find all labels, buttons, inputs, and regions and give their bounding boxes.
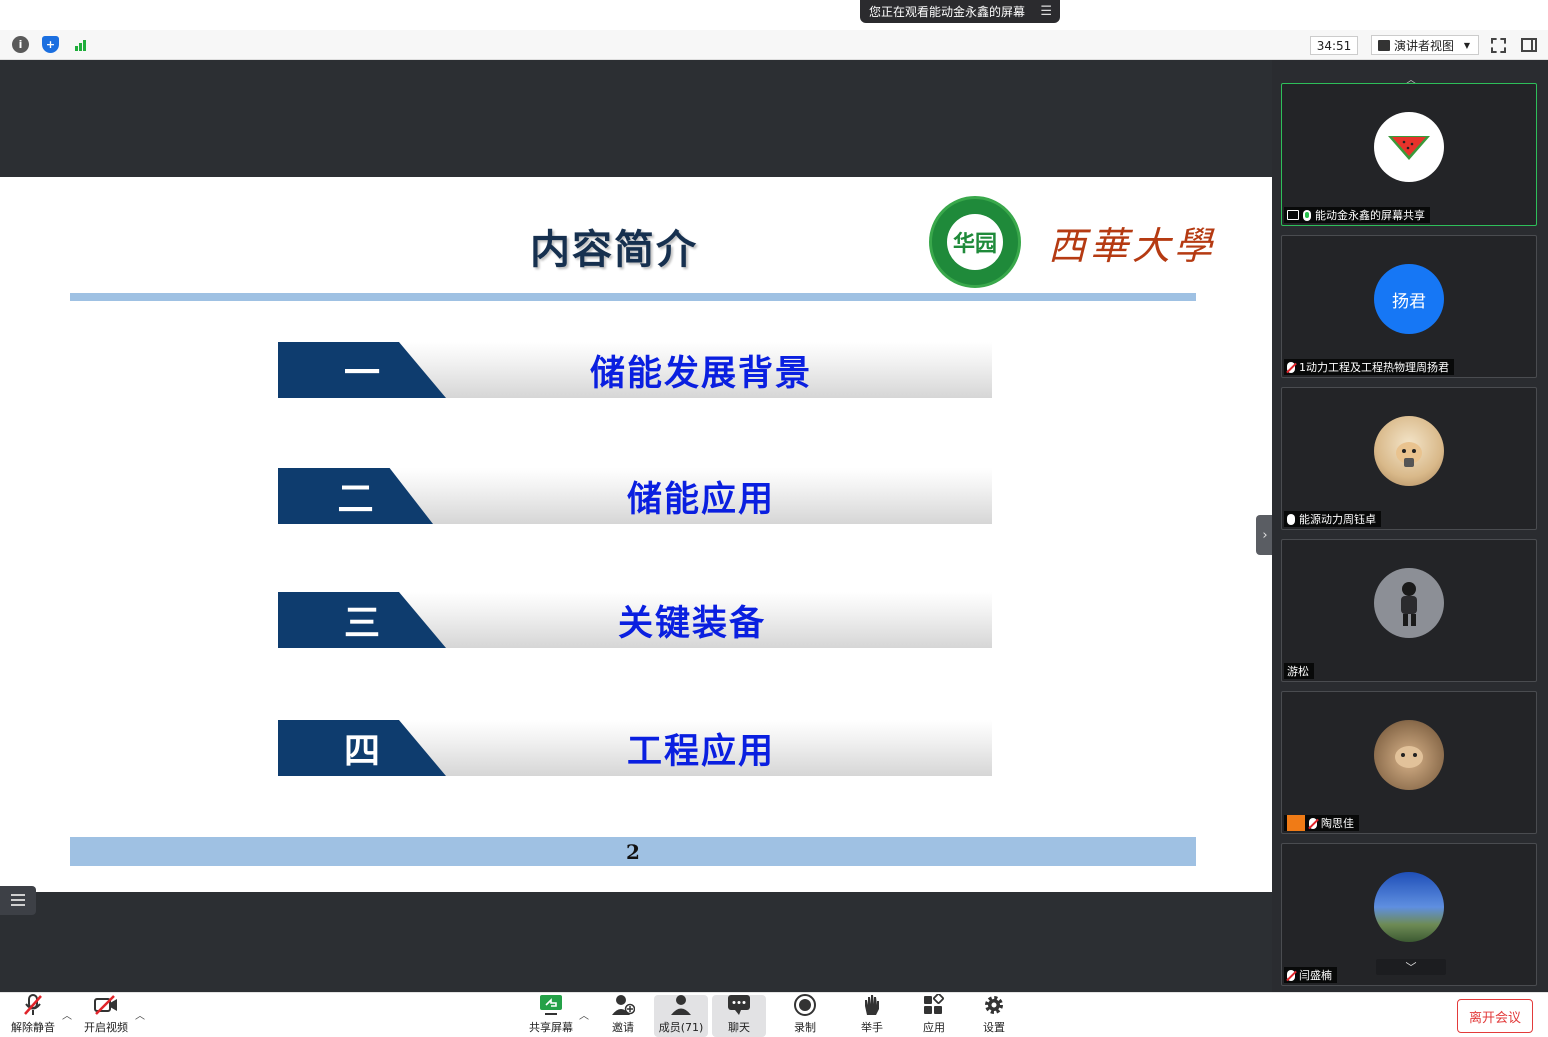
screen-share-icon xyxy=(1287,210,1299,220)
toc-number: 二 xyxy=(337,479,374,520)
participant-name: 1动力工程及工程热物理周扬君 xyxy=(1299,361,1449,374)
participant-nameplate: 游松 xyxy=(1284,663,1314,679)
university-name-logo: 西華大學 xyxy=(1048,224,1217,268)
chat-bubble-icon xyxy=(727,994,751,1016)
toc-number: 四 xyxy=(343,731,380,772)
mic-on-icon xyxy=(1303,209,1311,221)
viewing-banner-text: 您正在观看能动金永鑫的屏幕 xyxy=(869,5,1026,19)
toc-item: 一 储能发展背景 xyxy=(278,342,992,398)
start-video-button[interactable]: 开启视频 xyxy=(80,995,132,1037)
video-options-chevron-icon[interactable]: ︿ xyxy=(135,1007,145,1022)
share-options-chevron-icon[interactable]: ︿ xyxy=(579,1007,589,1022)
mic-muted-icon xyxy=(1287,361,1295,373)
slide-title: 内容简介 xyxy=(530,227,698,273)
share-screen-button[interactable]: 共享屏幕 xyxy=(526,995,576,1037)
toc-label: 关键装备 xyxy=(618,603,767,644)
mic-muted-icon xyxy=(1287,969,1295,981)
toc-label: 工程应用 xyxy=(627,731,776,772)
banner-menu-icon[interactable]: ☰ xyxy=(1040,4,1052,19)
participant-tile[interactable]: 陶思佳 xyxy=(1281,691,1537,834)
landscape-photo-avatar xyxy=(1374,872,1444,942)
participant-name: 能源动力周钰卓 xyxy=(1299,513,1376,526)
mic-icon xyxy=(1287,513,1295,525)
meeting-controls-bar: 解除静音 ︿ 开启视频 ︿ 共享屏幕 ︿ 邀请 成员(71) 聊天 录制 举手 … xyxy=(0,992,1548,1037)
shared-screen-area: 内容简介 华园 西華大學 一 储能发展背景 二 储能应用 三 关键装备 四 工程… xyxy=(0,60,1272,992)
title-divider xyxy=(70,293,1196,301)
security-shield-icon[interactable]: + xyxy=(42,36,59,53)
gallery-scroll-down-icon[interactable]: ﹀ xyxy=(1376,959,1446,975)
gear-icon xyxy=(982,994,1006,1016)
network-signal-icon[interactable] xyxy=(73,36,90,53)
audio-options-chevron-icon[interactable]: ︿ xyxy=(62,1007,72,1022)
mic-muted-icon xyxy=(21,994,45,1016)
participant-gallery: ︿ 能动金永鑫的屏幕共享 扬君 1动力工程及工程热物理周扬君 能源动力周钰卓 游… xyxy=(1272,60,1548,992)
participant-name: 游松 xyxy=(1287,665,1309,678)
viewing-banner[interactable]: 您正在观看能动金永鑫的屏幕 ☰ xyxy=(860,0,1060,23)
settings-button[interactable]: 设置 xyxy=(975,995,1013,1037)
leave-meeting-button[interactable]: 离开会议 xyxy=(1457,999,1533,1033)
chevron-down-icon: ▼ xyxy=(1463,40,1470,50)
speaker-view-icon xyxy=(1378,39,1390,51)
participant-tile[interactable]: 能动金永鑫的屏幕共享 xyxy=(1281,83,1537,226)
participant-tile[interactable]: 能源动力周钰卓 xyxy=(1281,387,1537,530)
participant-nameplate: 能源动力周钰卓 xyxy=(1284,511,1381,527)
slide-page-number: 2 xyxy=(70,837,1196,866)
participant-name: 闫盛楠 xyxy=(1299,969,1332,982)
share-screen-icon xyxy=(539,994,563,1016)
presentation-slide: 内容简介 华园 西華大學 一 储能发展背景 二 储能应用 三 关键装备 四 工程… xyxy=(0,177,1272,892)
watermelon-avatar xyxy=(1374,112,1444,182)
add-person-icon xyxy=(611,994,636,1016)
dog-photo-avatar xyxy=(1374,416,1444,486)
fullscreen-icon[interactable] xyxy=(1491,38,1506,53)
hamster-photo-avatar xyxy=(1374,720,1444,790)
participant-nameplate: 1动力工程及工程热物理周扬君 xyxy=(1284,359,1454,375)
participant-nameplate: 能动金永鑫的屏幕共享 xyxy=(1284,207,1430,223)
participant-nameplate: 陶思佳 xyxy=(1284,815,1359,831)
toc-item: 四 工程应用 xyxy=(278,720,992,776)
raise-hand-button[interactable]: 举手 xyxy=(853,995,891,1037)
record-icon xyxy=(793,994,817,1016)
apps-grid-icon xyxy=(922,993,946,1016)
unmute-button[interactable]: 解除静音 xyxy=(8,994,58,1037)
chat-button[interactable]: 聊天 xyxy=(712,995,766,1037)
participant-tile[interactable]: 扬君 1动力工程及工程热物理周扬君 xyxy=(1281,235,1537,378)
toc-label: 储能发展背景 xyxy=(590,353,813,394)
top-toolbar: i + 34:51 演讲者视图 ▼ xyxy=(0,30,1548,60)
members-icon xyxy=(669,994,693,1016)
host-person-icon xyxy=(1287,815,1305,831)
initials-avatar: 扬君 xyxy=(1374,264,1444,334)
participant-name: 陶思佳 xyxy=(1321,817,1354,830)
participant-name: 能动金永鑫的屏幕共享 xyxy=(1315,209,1425,222)
toc-number: 一 xyxy=(343,353,380,394)
toc-item: 三 关键装备 xyxy=(278,592,992,648)
info-icon[interactable]: i xyxy=(12,36,29,53)
members-button[interactable]: 成员(71) xyxy=(654,995,708,1037)
person-photo-avatar xyxy=(1374,568,1444,638)
video-off-icon xyxy=(94,994,118,1016)
participant-tile[interactable]: 游松 xyxy=(1281,539,1537,682)
toc-label: 储能应用 xyxy=(627,479,776,520)
toc-item: 二 储能应用 xyxy=(278,468,992,524)
mic-muted-icon xyxy=(1309,817,1317,829)
view-mode-dropdown[interactable]: 演讲者视图 ▼ xyxy=(1371,35,1479,55)
toc-number: 三 xyxy=(343,603,380,644)
invite-button[interactable]: 邀请 xyxy=(604,995,642,1037)
meeting-timer: 34:51 xyxy=(1310,36,1358,55)
record-button[interactable]: 录制 xyxy=(786,994,824,1037)
outline-list-icon[interactable] xyxy=(0,886,36,915)
apps-button[interactable]: 应用 xyxy=(915,993,953,1037)
university-seal-logo: 华园 xyxy=(929,196,1021,288)
hand-icon xyxy=(860,994,884,1016)
participant-nameplate: 闫盛楠 xyxy=(1284,967,1337,983)
side-panel-icon[interactable] xyxy=(1521,38,1537,52)
view-mode-label: 演讲者视图 xyxy=(1394,38,1455,53)
meeting-window: 您正在观看能动金永鑫的屏幕 ☰ i + 34:51 演讲者视图 ▼ 内容简介 华… xyxy=(0,0,1548,1037)
